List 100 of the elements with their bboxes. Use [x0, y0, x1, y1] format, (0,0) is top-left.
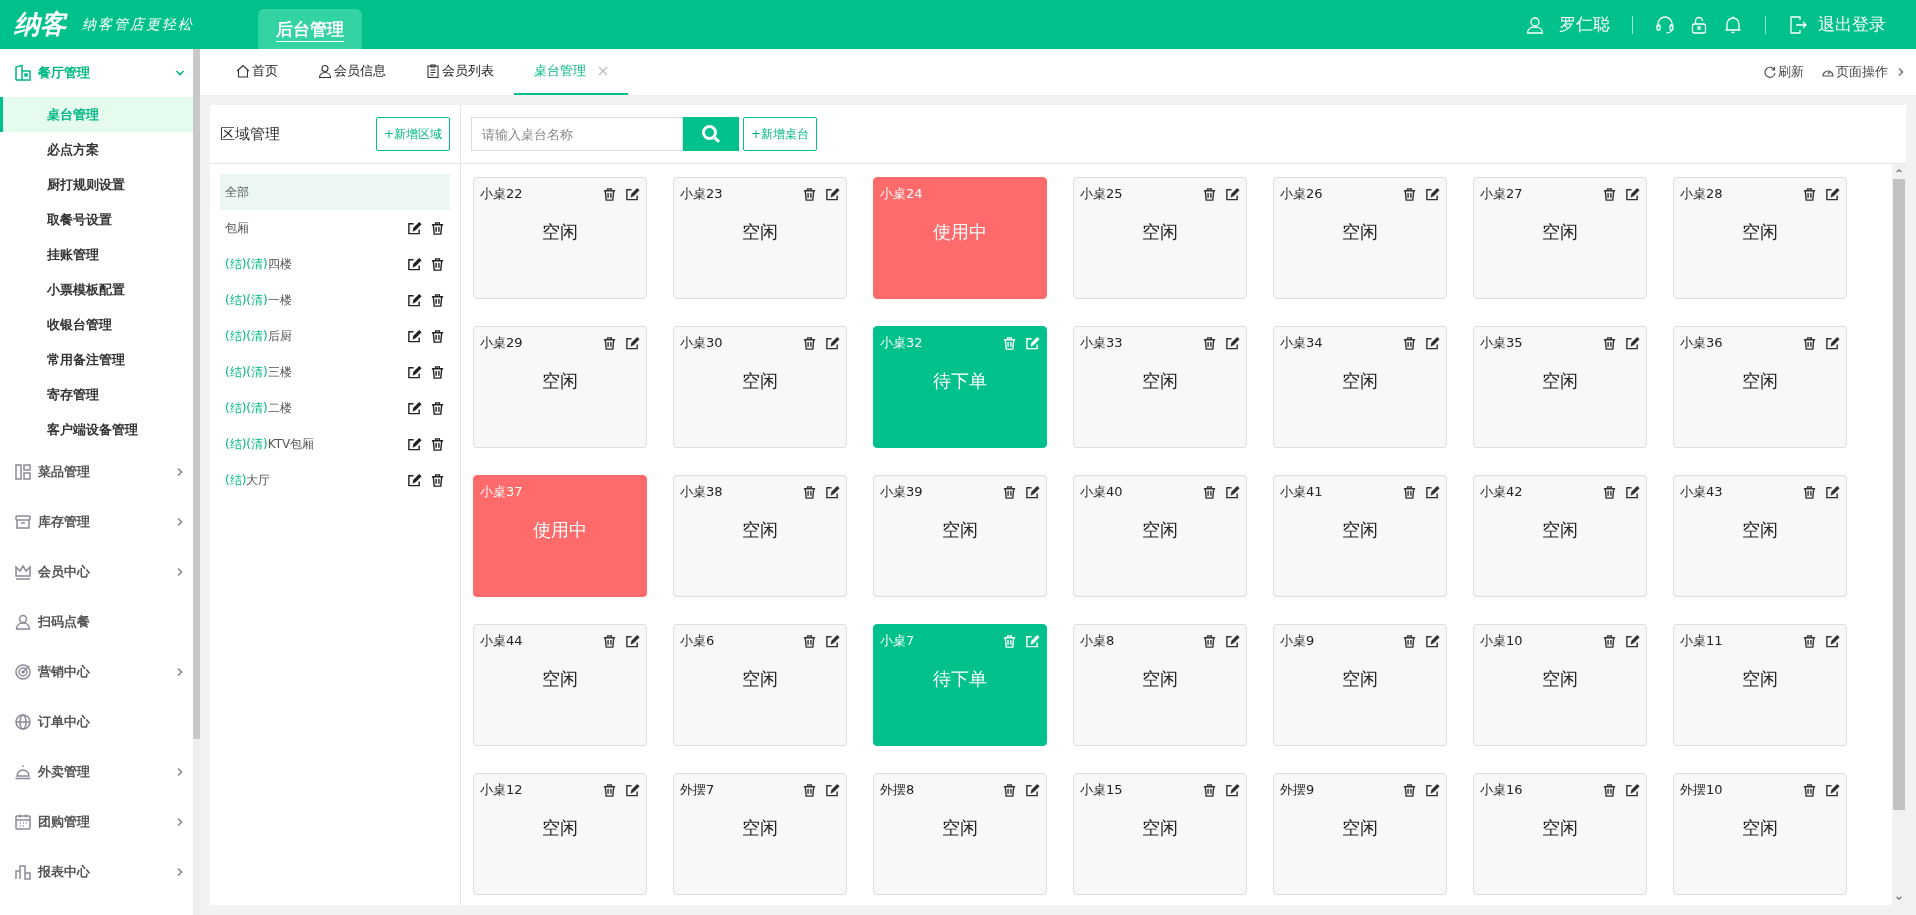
trash-icon[interactable] — [1202, 484, 1217, 500]
edit-icon[interactable] — [407, 220, 422, 236]
edit-icon[interactable] — [1825, 633, 1840, 649]
trash-icon[interactable] — [430, 328, 445, 344]
menu-group[interactable]: 团购管理 — [0, 797, 193, 847]
table-card[interactable]: 小桌40 空闲 — [1073, 475, 1247, 597]
trash-icon[interactable] — [430, 436, 445, 452]
table-card[interactable]: 小桌44 空闲 — [473, 624, 647, 746]
trash-icon[interactable] — [1402, 633, 1417, 649]
chevron-icon[interactable] — [1896, 67, 1906, 77]
edit-icon[interactable] — [1425, 633, 1440, 649]
table-card[interactable]: 小桌15 空闲 — [1073, 773, 1247, 895]
table-card[interactable]: 小桌34 空闲 — [1273, 326, 1447, 448]
table-card[interactable]: 小桌25 空闲 — [1073, 177, 1247, 299]
edit-icon[interactable] — [1625, 633, 1640, 649]
edit-icon[interactable] — [1025, 782, 1040, 798]
table-card[interactable]: 小桌29 空闲 — [473, 326, 647, 448]
edit-icon[interactable] — [825, 186, 840, 202]
trash-icon[interactable] — [1202, 186, 1217, 202]
scroll-down-icon[interactable] — [1895, 894, 1903, 902]
scrollbar[interactable] — [1892, 164, 1906, 905]
trash-icon[interactable] — [1002, 782, 1017, 798]
trash-icon[interactable] — [1202, 782, 1217, 798]
menu-group[interactable]: 营销中心 — [0, 647, 193, 697]
menu-item[interactable]: 取餐号设置 — [0, 202, 193, 237]
table-card[interactable]: 小桌27 空闲 — [1473, 177, 1647, 299]
trash-icon[interactable] — [430, 400, 445, 416]
table-card[interactable]: 小桌26 空闲 — [1273, 177, 1447, 299]
menu-group[interactable]: 会员中心 — [0, 547, 193, 597]
menu-group[interactable]: 菜品管理 — [0, 447, 193, 497]
edit-icon[interactable] — [1625, 782, 1640, 798]
area-item[interactable]: (结)大厅 — [220, 462, 450, 498]
table-card[interactable]: 外摆8 空闲 — [873, 773, 1047, 895]
edit-icon[interactable] — [407, 328, 422, 344]
edit-icon[interactable] — [625, 782, 640, 798]
menu-item[interactable]: 收银台管理 — [0, 307, 193, 342]
trash-icon[interactable] — [802, 633, 817, 649]
edit-icon[interactable] — [1225, 335, 1240, 351]
table-card[interactable]: 小桌23 空闲 — [673, 177, 847, 299]
table-card[interactable]: 小桌16 空闲 — [1473, 773, 1647, 895]
trash-icon[interactable] — [1802, 633, 1817, 649]
trash-icon[interactable] — [1402, 186, 1417, 202]
area-item[interactable]: (结)(清)后厨 — [220, 318, 450, 354]
table-card[interactable]: 小桌10 空闲 — [1473, 624, 1647, 746]
edit-icon[interactable] — [407, 364, 422, 380]
trash-icon[interactable] — [1002, 484, 1017, 500]
edit-icon[interactable] — [1425, 484, 1440, 500]
trash-icon[interactable] — [1602, 335, 1617, 351]
table-card[interactable]: 外摆7 空闲 — [673, 773, 847, 895]
table-card[interactable]: 小桌6 空闲 — [673, 624, 847, 746]
menu-group[interactable]: 扫码点餐 — [0, 597, 193, 647]
trash-icon[interactable] — [430, 472, 445, 488]
table-card[interactable]: 小桌41 空闲 — [1273, 475, 1447, 597]
trash-icon[interactable] — [1202, 335, 1217, 351]
edit-icon[interactable] — [407, 472, 422, 488]
page-actions-button[interactable]: 页面操作 — [1822, 63, 1888, 81]
menu-item[interactable]: 小票模板配置 — [0, 272, 193, 307]
table-card[interactable]: 小桌12 空闲 — [473, 773, 647, 895]
table-card[interactable]: 小桌28 空闲 — [1673, 177, 1847, 299]
trash-icon[interactable] — [602, 782, 617, 798]
table-card[interactable]: 小桌39 空闲 — [873, 475, 1047, 597]
edit-icon[interactable] — [1225, 633, 1240, 649]
menu-item[interactable]: 必点方案 — [0, 132, 193, 167]
edit-icon[interactable] — [1825, 484, 1840, 500]
edit-icon[interactable] — [1625, 484, 1640, 500]
table-card[interactable]: 小桌35 空闲 — [1473, 326, 1647, 448]
menu-item[interactable]: 挂账管理 — [0, 237, 193, 272]
table-card[interactable]: 小桌30 空闲 — [673, 326, 847, 448]
edit-icon[interactable] — [825, 633, 840, 649]
trash-icon[interactable] — [1402, 335, 1417, 351]
trash-icon[interactable] — [1602, 782, 1617, 798]
edit-icon[interactable] — [407, 292, 422, 308]
scrollbar[interactable] — [193, 49, 200, 915]
menu-item[interactable]: 客户端设备管理 — [0, 412, 193, 447]
area-item[interactable]: 包厢 — [220, 210, 450, 246]
trash-icon[interactable] — [430, 364, 445, 380]
table-card[interactable]: 小桌8 空闲 — [1073, 624, 1247, 746]
tab[interactable]: 会员列表 — [406, 49, 514, 95]
scroll-up-icon[interactable] — [1895, 167, 1903, 175]
edit-icon[interactable] — [625, 335, 640, 351]
edit-icon[interactable] — [625, 633, 640, 649]
table-card[interactable]: 小桌43 空闲 — [1673, 475, 1847, 597]
edit-icon[interactable] — [1825, 335, 1840, 351]
trash-icon[interactable] — [1202, 633, 1217, 649]
edit-icon[interactable] — [407, 436, 422, 452]
trash-icon[interactable] — [802, 782, 817, 798]
edit-icon[interactable] — [1225, 484, 1240, 500]
edit-icon[interactable] — [825, 335, 840, 351]
trash-icon[interactable] — [430, 220, 445, 236]
edit-icon[interactable] — [1425, 186, 1440, 202]
edit-icon[interactable] — [407, 256, 422, 272]
table-card[interactable]: 小桌38 空闲 — [673, 475, 847, 597]
table-card[interactable]: 小桌22 空闲 — [473, 177, 647, 299]
menu-item[interactable]: 常用备注管理 — [0, 342, 193, 377]
menu-group[interactable]: 报表中心 — [0, 847, 193, 897]
menu-item[interactable]: 寄存管理 — [0, 377, 193, 412]
table-card[interactable]: 外摆9 空闲 — [1273, 773, 1447, 895]
edit-icon[interactable] — [625, 186, 640, 202]
area-item[interactable]: 全部 — [220, 174, 450, 210]
trash-icon[interactable] — [1802, 782, 1817, 798]
